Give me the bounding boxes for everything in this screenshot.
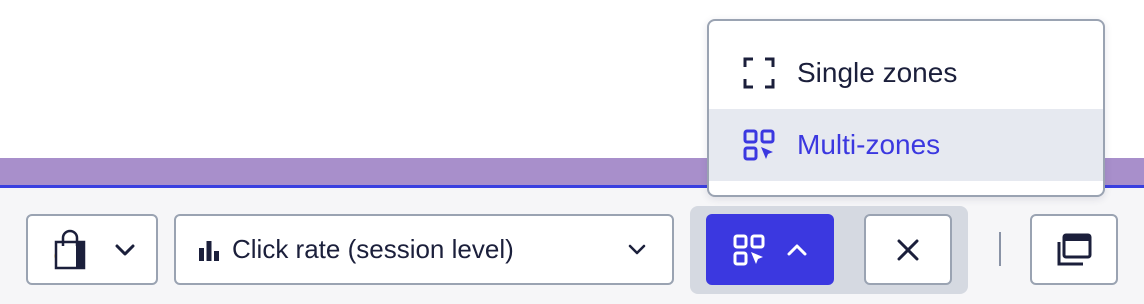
- shopping-bag-icon: [50, 229, 92, 271]
- zone-mode-menu: Single zones Multi-zones: [707, 19, 1105, 197]
- close-button[interactable]: [864, 214, 952, 285]
- menu-item-single-zones[interactable]: Single zones: [709, 37, 1103, 109]
- segment-picker-button[interactable]: [26, 214, 158, 285]
- single-zone-icon: [743, 57, 775, 89]
- bar-chart-icon: [198, 239, 220, 261]
- open-window-button[interactable]: [1030, 214, 1118, 285]
- chevron-down-icon: [114, 243, 136, 257]
- window-stack-icon: [1056, 233, 1092, 267]
- multi-zones-icon: [733, 234, 765, 266]
- toolbar-divider: [999, 232, 1001, 266]
- close-icon: [896, 238, 920, 262]
- metric-select[interactable]: Click rate (session level): [174, 214, 674, 285]
- zone-mode-button[interactable]: [706, 214, 834, 285]
- metric-select-label: Click rate (session level): [232, 234, 514, 264]
- menu-item-label: Multi-zones: [797, 129, 941, 160]
- menu-item-label: Single zones: [797, 57, 958, 88]
- menu-item-multi-zones[interactable]: Multi-zones: [709, 109, 1103, 181]
- multi-zones-icon: [743, 129, 775, 161]
- chevron-down-icon: [628, 244, 646, 256]
- chevron-up-icon: [787, 243, 807, 256]
